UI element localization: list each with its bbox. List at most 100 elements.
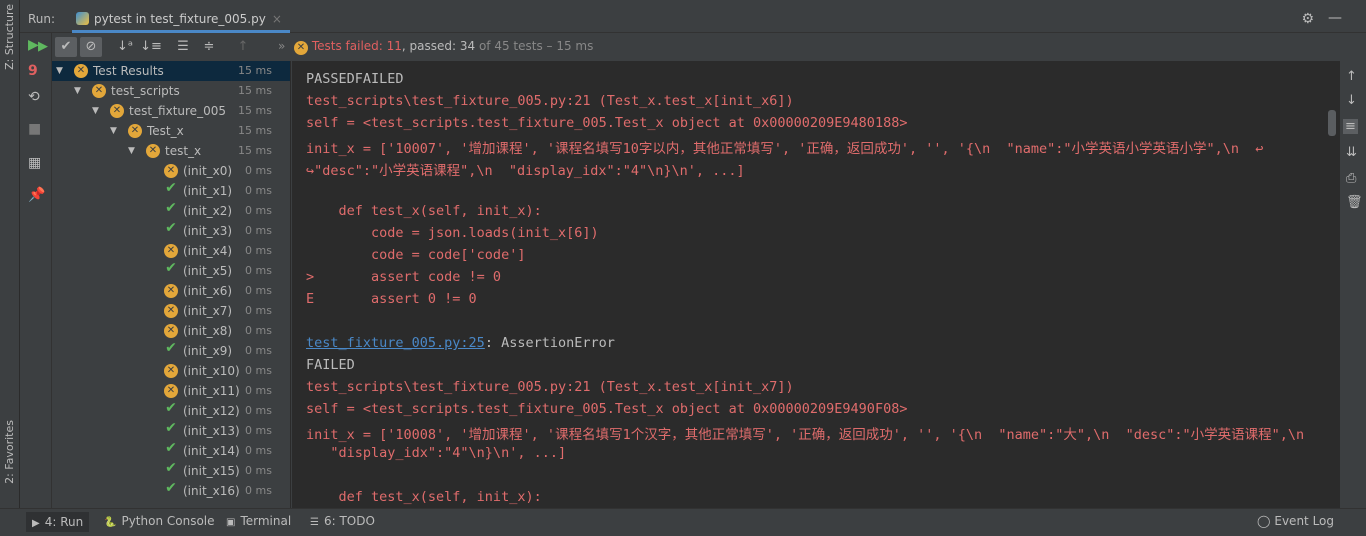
console-line: init_x = ['10007', '增加课程', '课程名填写10字以内，其… [306, 141, 1264, 157]
close-icon[interactable]: × [272, 12, 282, 26]
tree-row[interactable]: ▼ ✕ test_scripts 15 ms [52, 81, 290, 101]
tree-row[interactable]: ✕ (init_x7) 0 ms [52, 301, 290, 321]
tree-row[interactable]: ✕ (init_x8) 0 ms [52, 321, 290, 341]
show-ignored-icon[interactable]: ⊘ [80, 37, 102, 57]
tree-row[interactable]: ▼ ✕ test_x 15 ms [52, 141, 290, 161]
tree-row[interactable]: ▼ ✕ test_fixture_005 15 ms [52, 101, 290, 121]
test-duration: 0 ms [245, 184, 272, 197]
test-name: Test Results [93, 64, 164, 78]
test-name: test_fixture_005 [129, 104, 226, 118]
favorites-tool-tab[interactable]: 2: Favorites [3, 420, 16, 484]
left-tool-strip: Z: Structure 2: Favorites [0, 0, 20, 536]
test-name: (init_x9) [183, 344, 233, 358]
console-line: self = <test_scripts.test_fixture_005.Te… [306, 115, 908, 131]
tree-row[interactable]: ✔ (init_x14) 0 ms [52, 441, 290, 461]
tree-row[interactable]: ✔ (init_x16) 0 ms [52, 481, 290, 501]
bottom-tab[interactable]: 🐍 Python Console [104, 514, 215, 528]
python-icon: 🐍 [104, 517, 117, 528]
test-name: (init_x11) [183, 384, 240, 398]
tree-row[interactable]: ▼ ✕ Test_x 15 ms [52, 121, 290, 141]
rerun-failed-icon[interactable]: 9 [28, 63, 38, 79]
tree-row[interactable]: ✔ (init_x9) 0 ms [52, 341, 290, 361]
tree-row[interactable]: ✕ (init_x0) 0 ms [52, 161, 290, 181]
previous-failed-icon[interactable]: ↑ [232, 37, 254, 57]
more-icon[interactable]: » [278, 39, 285, 53]
tree-row[interactable]: ✕ (init_x11) 0 ms [52, 381, 290, 401]
failed-icon: ✕ [92, 84, 106, 98]
test-name: (init_x14) [183, 444, 240, 458]
passed-icon: ✔ [165, 200, 177, 216]
expand-arrow-icon[interactable]: ▼ [110, 121, 117, 141]
trash-icon[interactable]: 🗑 [1346, 195, 1363, 210]
test-name: (init_x3) [183, 224, 233, 238]
expand-arrow-icon[interactable]: ▼ [92, 101, 99, 121]
bottom-tab-label: 4: Run [44, 515, 84, 529]
soft-wrap-icon[interactable]: ≡ [1343, 119, 1358, 134]
event-log-button[interactable]: ◯ Event Log [1257, 514, 1334, 528]
test-name: (init_x5) [183, 264, 233, 278]
passed-icon: ✔ [165, 440, 177, 456]
python-icon [76, 12, 89, 25]
tree-row[interactable]: ✔ (init_x3) 0 ms [52, 221, 290, 241]
failed-icon: ✕ [164, 284, 178, 298]
expand-all-icon[interactable]: ☰ [172, 37, 194, 57]
failed-icon: ✕ [110, 104, 124, 118]
scroll-to-end-icon[interactable]: ⇊ [1346, 145, 1357, 160]
bottom-tab[interactable]: ☰ 6: TODO [310, 514, 375, 528]
test-name: (init_x12) [183, 404, 240, 418]
bottom-tab-label: Terminal [240, 514, 292, 528]
test-name: (init_x6) [183, 284, 233, 298]
toggle-auto-test-icon[interactable]: ⟲ [28, 89, 40, 105]
tree-row[interactable]: ▼ ✕ Test Results 15 ms [52, 61, 290, 81]
run-icon[interactable]: ▶ [32, 37, 54, 57]
test-duration: 0 ms [245, 204, 272, 217]
minimize-icon[interactable]: — [1328, 10, 1342, 26]
gear-icon[interactable]: ⚙ [1301, 11, 1314, 27]
test-duration: 0 ms [245, 404, 272, 417]
tree-row[interactable]: ✕ (init_x6) 0 ms [52, 281, 290, 301]
expand-arrow-icon[interactable]: ▼ [74, 81, 81, 101]
test-duration: 0 ms [245, 384, 272, 397]
failed-icon: ✕ [164, 304, 178, 318]
tree-row[interactable]: ✕ (init_x4) 0 ms [52, 241, 290, 261]
run-config-tab[interactable]: pytest in test_fixture_005.py × [72, 7, 290, 33]
failed-icon: ✕ [164, 384, 178, 398]
console-line: test_scripts\test_fixture_005.py:21 (Tes… [306, 379, 794, 395]
tree-row[interactable]: ✔ (init_x15) 0 ms [52, 461, 290, 481]
bottom-tab[interactable]: ▣ Terminal [226, 514, 291, 528]
test-duration: 15 ms [238, 104, 272, 117]
arrow-down-icon[interactable]: ↓ [1346, 93, 1357, 108]
test-duration: 0 ms [245, 164, 272, 177]
console-output[interactable]: ‾‾‾‾‾‾‾‾‾‾‾‾‾‾‾‾‾‾‾‾ PASSEDFAILED test_scr… [292, 61, 1340, 508]
failed-icon: ✕ [164, 324, 178, 338]
test-duration: 0 ms [245, 244, 272, 257]
sort-alpha-icon[interactable]: ↓ᵃ [114, 37, 136, 57]
pin-icon[interactable]: 📌 [28, 187, 45, 203]
source-link[interactable]: test_fixture_005.py:25 [306, 335, 485, 351]
arrow-up-icon[interactable]: ↑ [1346, 69, 1357, 84]
bottom-tab[interactable]: ▶ 4: Run [26, 512, 90, 532]
stop-icon[interactable]: ■ [28, 121, 41, 137]
tree-row[interactable]: ✕ (init_x10) 0 ms [52, 361, 290, 381]
print-icon[interactable]: ⎙ [1346, 171, 1356, 186]
event-log-icon: ◯ [1256, 514, 1271, 528]
failed-icon: ✕ [128, 124, 142, 138]
expand-arrow-icon[interactable]: ▼ [128, 141, 135, 161]
tree-row[interactable]: ✔ (init_x5) 0 ms [52, 261, 290, 281]
tree-row[interactable]: ✔ (init_x1) 0 ms [52, 181, 290, 201]
show-passed-icon[interactable]: ✔ [55, 37, 77, 57]
collapse-all-icon[interactable]: ≑ [198, 37, 220, 57]
test-duration: 0 ms [245, 304, 272, 317]
tree-row[interactable]: ✔ (init_x2) 0 ms [52, 201, 290, 221]
expand-arrow-icon[interactable]: ▼ [56, 61, 63, 81]
structure-tool-tab[interactable]: Z: Structure [3, 4, 16, 70]
tree-row[interactable]: ✔ (init_x13) 0 ms [52, 421, 290, 441]
sort-duration-icon[interactable]: ↓≡ [140, 37, 162, 57]
test-duration: 0 ms [245, 464, 272, 477]
layout-icon[interactable]: ▦ [28, 155, 41, 171]
bottom-tab-label: 6: TODO [323, 514, 375, 528]
console-scrollbar[interactable] [1328, 110, 1336, 136]
failed-icon: ✕ [164, 364, 178, 378]
failed-icon: ✕ [294, 41, 308, 55]
tree-row[interactable]: ✔ (init_x12) 0 ms [52, 401, 290, 421]
